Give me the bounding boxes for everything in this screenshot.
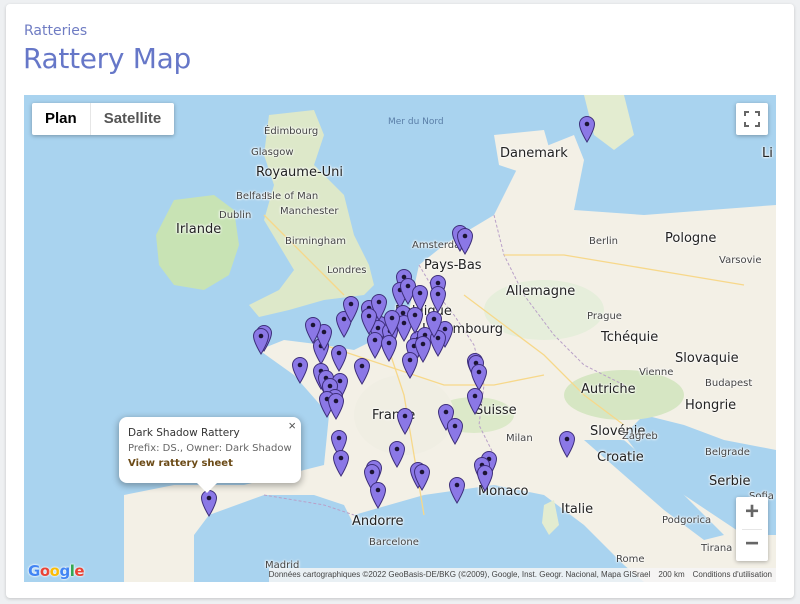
label-pays-bas: Pays-Bas [424, 258, 482, 273]
map-attribution: Données cartographiques ©2022 GeoBasis-D… [268, 568, 776, 582]
map-pin-icon[interactable] [396, 407, 414, 435]
map-canvas[interactable]: Mer du Nord Danemark Édimbourg Glasgow R… [24, 95, 776, 582]
terms-link[interactable]: Conditions d'utilisation [693, 568, 772, 582]
map-pin-icon[interactable] [456, 227, 474, 255]
label-italie: Italie [561, 502, 594, 517]
label-hongrie: Hongrie [685, 398, 737, 413]
label-milan: Milan [506, 433, 533, 444]
label-glasgow: Glasgow [251, 147, 294, 158]
map-pin-icon[interactable] [406, 306, 424, 334]
label-tchequie: Tchéquie [601, 330, 659, 345]
map-pin-icon[interactable] [578, 115, 596, 143]
label-irlande: Irlande [176, 222, 222, 237]
map-type-control: Plan Satellite [32, 103, 175, 135]
label-vienne: Vienne [639, 367, 674, 378]
map-pin-icon[interactable] [448, 476, 466, 504]
label-li: Li [762, 146, 773, 161]
map-pin-icon[interactable] [291, 356, 309, 384]
label-danemark: Danemark [500, 146, 568, 161]
fullscreen-button[interactable] [736, 103, 768, 135]
map-pin-icon[interactable] [327, 392, 345, 420]
label-barcelone: Barcelone [369, 537, 419, 548]
label-berlin: Berlin [589, 236, 619, 247]
label-slovaquie: Slovaquie [675, 351, 739, 366]
google-logo[interactable]: Google [28, 562, 85, 580]
view-rattery-sheet-link[interactable]: View rattery sheet [128, 458, 292, 469]
label-edimbourg: Édimbourg [264, 126, 319, 137]
map-pin-icon[interactable] [342, 295, 360, 323]
map-pin-icon[interactable] [425, 310, 443, 338]
label-birmingham: Birmingham [285, 236, 346, 247]
map-pin-icon[interactable] [332, 449, 350, 477]
zoom-control: + − [736, 497, 768, 561]
map-pin-icon[interactable] [446, 417, 464, 445]
zoom-in-button[interactable]: + [736, 497, 768, 529]
map-pin-icon[interactable] [304, 316, 322, 344]
popup-subtitle: Prefix: DS., Owner: Dark Shadow [128, 443, 292, 454]
rattery-info-popup: × Dark Shadow Rattery Prefix: DS., Owner… [119, 417, 301, 493]
attribution-data[interactable]: Données cartographiques ©2022 GeoBasis-D… [269, 568, 651, 582]
label-serbie: Serbie [709, 474, 751, 489]
label-prague: Prague [587, 311, 622, 322]
label-allemagne: Allemagne [506, 284, 576, 299]
label-andorre: Andorre [352, 514, 404, 529]
label-zagreb: Zagreb [622, 431, 658, 442]
label-isle-of-man: Isle of Man [264, 191, 319, 202]
zoom-divider [742, 529, 762, 530]
label-autriche: Autriche [581, 382, 636, 397]
label-varsovie: Varsovie [719, 255, 762, 266]
breadcrumb[interactable]: Ratteries [24, 23, 87, 39]
label-croatie: Croatie [597, 450, 644, 465]
popup-title: Dark Shadow Rattery [128, 427, 240, 439]
close-icon[interactable]: × [288, 418, 296, 433]
label-manchester: Manchester [280, 206, 339, 217]
label-tirana: Tirana [701, 543, 733, 554]
label-rome: Rome [616, 554, 645, 565]
map-pin-icon[interactable] [413, 463, 431, 491]
plan-button[interactable]: Plan [32, 103, 91, 135]
label-belgrade: Belgrade [705, 447, 750, 458]
map-pin-icon[interactable] [369, 481, 387, 509]
map-pin-icon[interactable] [388, 440, 406, 468]
fullscreen-icon [744, 111, 760, 127]
map-pin-icon[interactable] [429, 285, 447, 313]
label-pologne: Pologne [665, 231, 717, 246]
label-mer-du-nord: Mer du Nord [388, 117, 444, 127]
page-title: Rattery Map [23, 42, 191, 75]
label-podgorica: Podgorica [662, 515, 712, 526]
label-royaume-uni: Royaume-Uni [256, 165, 344, 180]
map-pin-icon[interactable] [360, 307, 378, 335]
label-budapest: Budapest [705, 378, 753, 389]
map-pin-icon[interactable] [558, 430, 576, 458]
map-pin-icon[interactable] [252, 327, 270, 355]
map-pin-icon[interactable] [466, 387, 484, 415]
map-pin-icon[interactable] [353, 357, 371, 385]
satellite-button[interactable]: Satellite [91, 103, 175, 135]
label-londres: Londres [327, 265, 367, 276]
scale-label[interactable]: 200 km [658, 568, 684, 582]
zoom-out-button[interactable]: − [736, 529, 768, 561]
map-pin-icon[interactable] [200, 489, 218, 517]
label-dublin: Dublin [219, 210, 252, 221]
map-pin-icon[interactable] [476, 464, 494, 492]
map-pin-icon[interactable] [401, 351, 419, 379]
